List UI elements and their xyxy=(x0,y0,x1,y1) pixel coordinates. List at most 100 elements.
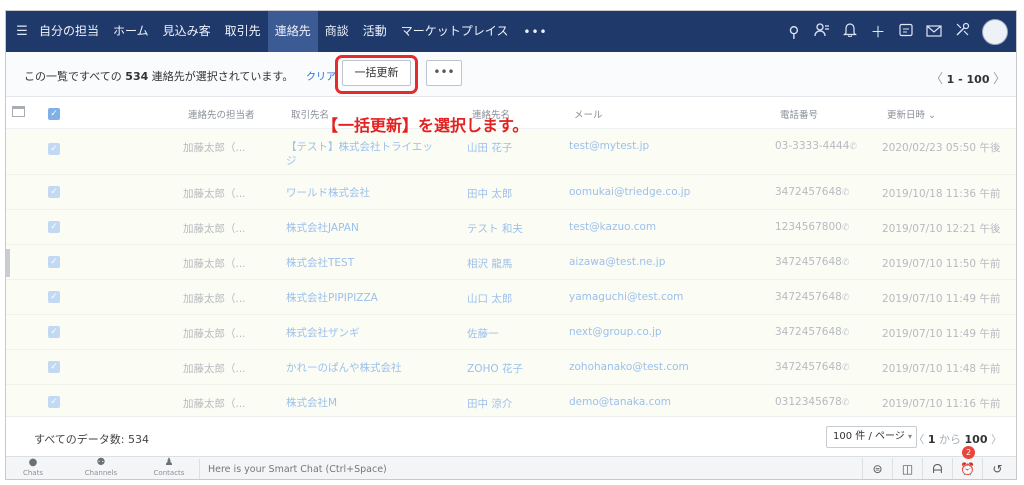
row-checkbox[interactable]: ✓ xyxy=(48,143,60,155)
side-panel-handle[interactable] xyxy=(6,249,10,277)
mass-update-button[interactable]: 一括更新 xyxy=(342,60,411,86)
history-icon[interactable]: ↺ xyxy=(982,458,1012,479)
nav-my-items[interactable]: 自分の担当 xyxy=(32,11,106,52)
alarm-icon[interactable]: ⏰ 2 xyxy=(952,446,982,479)
cell-email[interactable]: test@mytest.jp xyxy=(569,140,649,152)
nav-deals[interactable]: 商談 xyxy=(318,11,356,52)
phone-icon[interactable]: ✆ xyxy=(842,398,850,408)
table-row[interactable]: ✓ 加藤太郎（... 株式会社M 田中 涼介 demo@tanaka.com 0… xyxy=(6,385,1016,416)
cell-email[interactable]: demo@tanaka.com xyxy=(569,396,671,408)
cell-email[interactable]: zohohanako@test.com xyxy=(569,361,689,373)
table-row[interactable]: ✓ 加藤太郎（... 株式会社ザンギ 佐藤一 next@group.co.jp … xyxy=(6,315,1016,350)
chats-label: Chats xyxy=(22,469,43,477)
avatar[interactable] xyxy=(982,18,1008,45)
cell-email[interactable]: oomukai@triedge.co.jp xyxy=(569,186,690,198)
cell-email[interactable]: aizawa@test.ne.jp xyxy=(569,256,665,268)
per-page-select[interactable]: 100 件 / ページ ▾ xyxy=(826,426,917,448)
table-row[interactable]: ✓ 加藤太郎（... ワールド株式会社 田中 太郎 oomukai@triedg… xyxy=(6,175,1016,210)
more-actions-button[interactable]: ••• xyxy=(426,60,462,86)
cell-account[interactable]: 株式会社JAPAN xyxy=(286,221,436,235)
cell-email[interactable]: next@group.co.jp xyxy=(569,326,662,338)
row-checkbox[interactable]: ✓ xyxy=(48,186,60,198)
phone-icon[interactable]: ✆ xyxy=(842,223,850,233)
contacts-tab[interactable]: ♟ Contacts xyxy=(144,458,194,478)
row-checkbox[interactable]: ✓ xyxy=(48,361,60,373)
nav-marketplace[interactable]: マーケットプレイス xyxy=(394,11,516,52)
cell-owner: 加藤太郎（... xyxy=(183,258,246,270)
cell-account[interactable]: ワールド株式会社 xyxy=(286,186,436,200)
cell-name[interactable]: 田中 涼介 xyxy=(467,396,512,411)
cell-account[interactable]: 株式会社PIPIPIZZA xyxy=(286,291,436,305)
row-checkbox[interactable]: ✓ xyxy=(48,256,60,268)
cell-name[interactable]: 相沢 龍馬 xyxy=(467,256,512,271)
chats-tab[interactable]: ● Chats xyxy=(8,458,58,478)
table-row[interactable]: ✓ 加藤太郎（... かれーのぱんや株式会社 ZOHO 花子 zohohanak… xyxy=(6,350,1016,385)
phone-icon[interactable]: ✆ xyxy=(842,293,850,303)
cell-account[interactable]: 【テスト】株式会社トライエッジ xyxy=(286,140,436,168)
row-checkbox[interactable]: ✓ xyxy=(48,291,60,303)
menu-icon[interactable]: ☰ xyxy=(12,24,32,39)
header-modified[interactable]: 更新日時 ⌄ xyxy=(887,107,936,121)
row-checkbox[interactable]: ✓ xyxy=(48,221,60,233)
cell-name[interactable]: 田中 太郎 xyxy=(467,186,512,201)
column-settings-icon[interactable] xyxy=(12,106,25,117)
cell-account[interactable]: 株式会社M xyxy=(286,396,436,410)
nav-activities[interactable]: 活動 xyxy=(356,11,394,52)
table-row[interactable]: ✓ 加藤太郎（... 株式会社PIPIPIZZA 山口 太郎 yamaguchi… xyxy=(6,280,1016,315)
range-to: 100 xyxy=(964,433,988,446)
mail-icon[interactable] xyxy=(920,23,948,41)
phone-icon[interactable]: ✆ xyxy=(842,258,850,268)
cell-email[interactable]: yamaguchi@test.com xyxy=(569,291,683,303)
nav-more-button[interactable]: ••• xyxy=(515,25,555,39)
phone-value: 0312345678 xyxy=(775,396,842,408)
phone-value: 03-3333-4444 xyxy=(775,140,850,152)
nav-home[interactable]: ホーム xyxy=(106,11,156,52)
cell-account[interactable]: かれーのぱんや株式会社 xyxy=(286,361,436,375)
settings-icon[interactable] xyxy=(948,22,976,41)
smart-chat-input[interactable]: Here is your Smart Chat (Ctrl+Space) xyxy=(199,459,839,479)
app-window: ☰ 自分の担当 ホーム 見込み客 取引先 連絡先 商談 活動 マーケットプレイス… xyxy=(5,10,1017,480)
next-page-icon[interactable]: 〉 xyxy=(993,72,1006,87)
table-row[interactable]: ✓ 加藤太郎（... 株式会社TEST 相沢 龍馬 aizawa@test.ne… xyxy=(6,245,1016,280)
row-checkbox[interactable]: ✓ xyxy=(48,396,60,408)
header-phone[interactable]: 電話番号 xyxy=(780,107,818,121)
user-group-icon[interactable] xyxy=(808,22,836,41)
cell-name[interactable]: 山田 花子 xyxy=(467,140,512,155)
channels-tab[interactable]: ⚉ Channels xyxy=(76,458,126,478)
translate-icon[interactable]: ᗩ xyxy=(922,458,952,479)
table-row[interactable]: ✓ 加藤太郎（... 株式会社JAPAN テスト 和夫 test@kazuo.c… xyxy=(6,210,1016,245)
bell-icon[interactable] xyxy=(836,22,864,41)
phone-icon[interactable]: ✆ xyxy=(842,188,850,198)
next-page-icon[interactable]: 〉 xyxy=(991,433,1002,446)
selection-prefix: この一覧ですべての xyxy=(24,70,122,83)
nav-contacts[interactable]: 連絡先 xyxy=(267,11,318,52)
row-checkbox[interactable]: ✓ xyxy=(48,326,60,338)
cell-email[interactable]: test@kazuo.com xyxy=(569,221,656,233)
phone-icon[interactable]: ✆ xyxy=(842,363,850,373)
calendar-icon[interactable] xyxy=(892,23,920,41)
cell-owner: 加藤太郎（... xyxy=(183,328,246,340)
table-footer: すべてのデータ数: 534 100 件 / ページ ▾ 〈 1 から 100 〉 xyxy=(6,416,1016,456)
nav-accounts[interactable]: 取引先 xyxy=(218,11,268,52)
cell-account[interactable]: 株式会社ザンギ xyxy=(286,326,436,340)
cell-name[interactable]: 佐藤一 xyxy=(467,326,499,341)
nav-leads[interactable]: 見込み客 xyxy=(156,11,218,52)
cell-name[interactable]: ZOHO 花子 xyxy=(467,361,523,376)
plus-icon[interactable]: ＋ xyxy=(864,21,892,42)
chatbar-icons: ⊜ ◫ ᗩ ⏰ 2 ↺ xyxy=(862,446,1012,479)
clear-selection-link[interactable]: クリア xyxy=(306,68,336,83)
header-email[interactable]: メール xyxy=(574,107,603,121)
prev-page-icon[interactable]: 〈 xyxy=(913,433,924,446)
phone-icon[interactable]: ✆ xyxy=(849,142,857,152)
cell-modified: 2019/07/10 11:16 午前 xyxy=(882,398,1001,410)
cell-name[interactable]: テスト 和夫 xyxy=(467,221,523,236)
select-all-checkbox[interactable]: ✓ xyxy=(48,108,60,120)
gamepad-icon[interactable]: ⊜ xyxy=(862,458,892,479)
cell-name[interactable]: 山口 太郎 xyxy=(467,291,512,306)
phone-icon[interactable]: ✆ xyxy=(842,328,850,338)
whiteboard-icon[interactable]: ◫ xyxy=(892,458,922,479)
search-icon[interactable]: ⚲ xyxy=(780,23,808,41)
cell-account[interactable]: 株式会社TEST xyxy=(286,256,436,270)
header-owner[interactable]: 連絡先の担当者 xyxy=(188,107,255,121)
prev-page-icon[interactable]: 〈 xyxy=(930,72,943,87)
